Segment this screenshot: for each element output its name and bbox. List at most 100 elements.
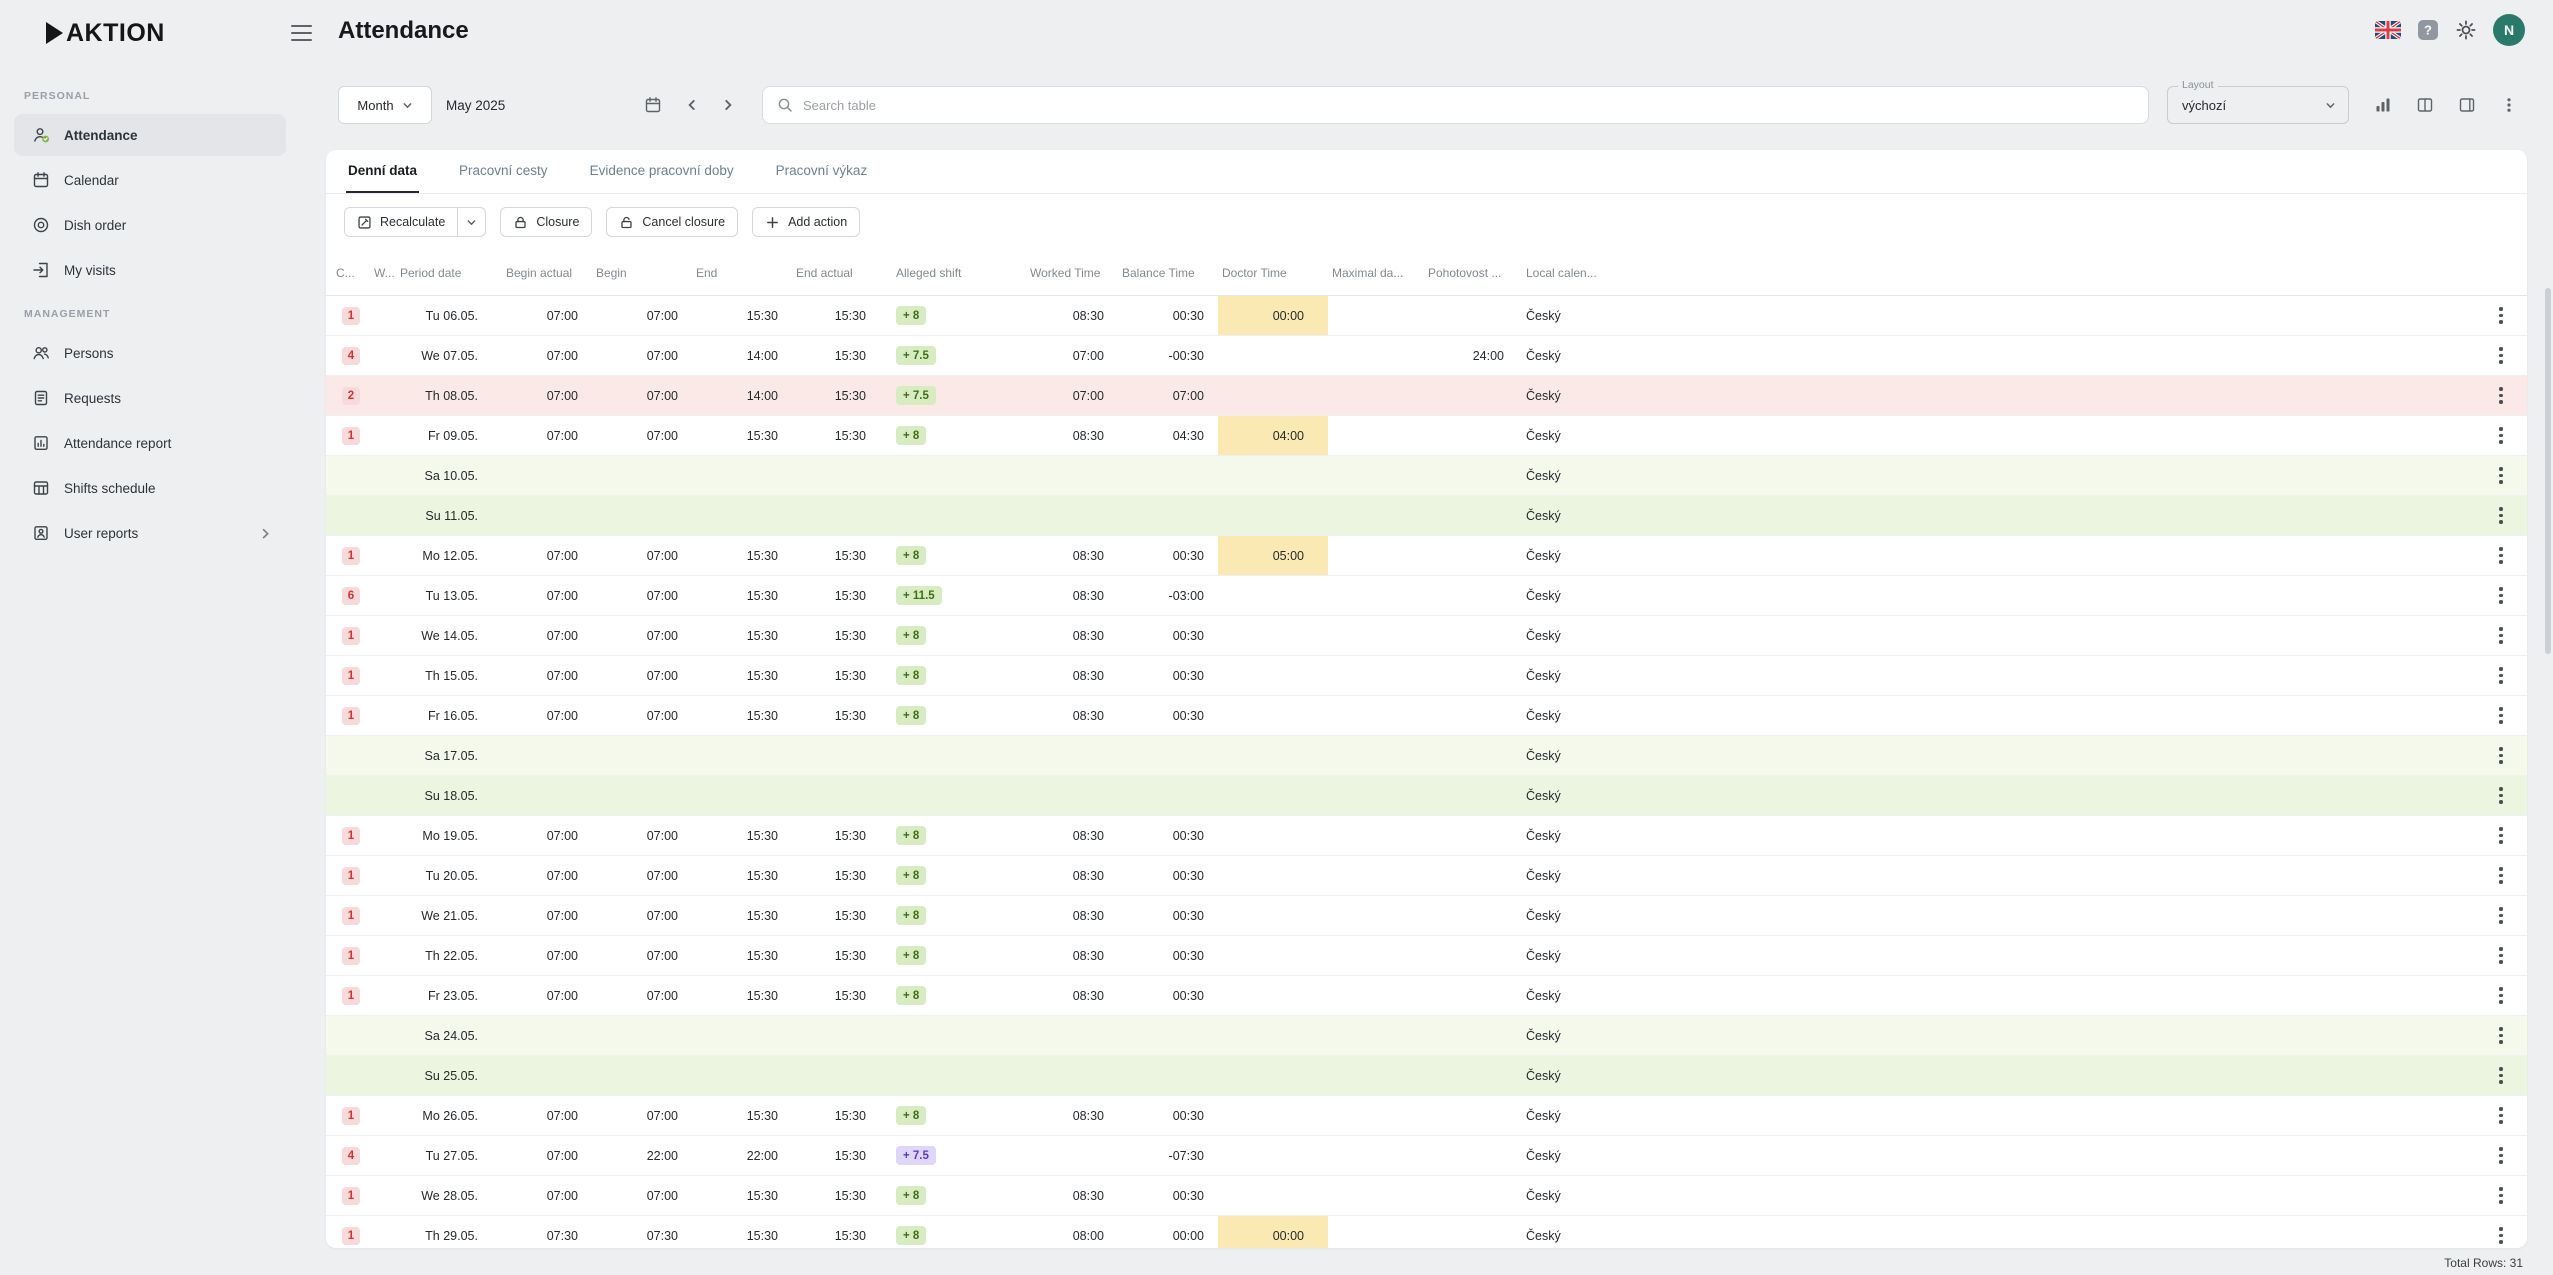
table-row[interactable]: 1 Th 29.05. 07:30 07:30 15:30 15:30 + 8 08:00 00… bbox=[326, 1216, 2527, 1248]
column-header-doctor-time[interactable]: Doctor Time bbox=[1218, 266, 1328, 280]
row-menu-button[interactable] bbox=[2488, 743, 2514, 769]
sidebar-item-requests[interactable]: Requests bbox=[14, 377, 286, 419]
row-menu-button[interactable] bbox=[2488, 943, 2514, 969]
row-menu-button[interactable] bbox=[2488, 623, 2514, 649]
recalculate-menu-button[interactable] bbox=[458, 207, 487, 237]
sidebar-item-my-visits[interactable]: My visits bbox=[14, 249, 286, 291]
table-row[interactable]: Su 25.05. Český bbox=[326, 1056, 2527, 1096]
row-menu-button[interactable] bbox=[2488, 983, 2514, 1009]
table-row[interactable]: Su 18.05. Český bbox=[326, 776, 2527, 816]
row-menu-button[interactable] bbox=[2488, 503, 2514, 529]
help-button[interactable]: ? bbox=[2417, 19, 2439, 41]
cancel-closure-button[interactable]: Cancel closure bbox=[606, 207, 739, 237]
tab-pracovni-cesty[interactable]: Pracovní cesty bbox=[457, 150, 550, 193]
column-header-count[interactable]: C... bbox=[332, 266, 370, 280]
sidebar-toggle-button[interactable] bbox=[291, 25, 312, 41]
row-menu-button[interactable] bbox=[2488, 583, 2514, 609]
row-menu-button[interactable] bbox=[2488, 823, 2514, 849]
row-menu-button[interactable] bbox=[2488, 1063, 2514, 1089]
layout-select[interactable]: Layout výchozí bbox=[2167, 79, 2349, 124]
chart-view-button[interactable] bbox=[2367, 89, 2399, 121]
sidebar-item-dish-order[interactable]: Dish order bbox=[14, 204, 286, 246]
row-menu-button[interactable] bbox=[2488, 383, 2514, 409]
table-row[interactable]: 1 We 14.05. 07:00 07:00 15:30 15:30 + 8 08:30 00… bbox=[326, 616, 2527, 656]
table-row[interactable]: Sa 17.05. Český bbox=[326, 736, 2527, 776]
row-menu-button[interactable] bbox=[2488, 663, 2514, 689]
table-row[interactable]: 1 Fr 09.05. 07:00 07:00 15:30 15:30 + 8 08:30 04… bbox=[326, 416, 2527, 456]
user-avatar[interactable]: N bbox=[2493, 14, 2525, 46]
cell-standby bbox=[1424, 656, 1518, 695]
column-header-end-actual[interactable]: End actual bbox=[792, 266, 880, 280]
column-header-begin-actual[interactable]: Begin actual bbox=[502, 266, 592, 280]
column-settings-button[interactable] bbox=[2409, 89, 2441, 121]
table-row[interactable]: 4 Tu 27.05. 07:00 22:00 22:00 15:30 + 7.5 -07:3… bbox=[326, 1136, 2527, 1176]
column-header-period-date[interactable]: Period date bbox=[396, 266, 502, 280]
cell-maximal-day bbox=[1328, 1136, 1424, 1175]
more-options-button[interactable] bbox=[2493, 89, 2525, 121]
period-mode-select[interactable]: Month bbox=[338, 86, 432, 124]
table-row[interactable]: 1 Fr 16.05. 07:00 07:00 15:30 15:30 + 8 08:30 00… bbox=[326, 696, 2527, 736]
calendar-picker-button[interactable] bbox=[644, 96, 662, 114]
panel-view-button[interactable] bbox=[2451, 89, 2483, 121]
tab-evidence-pracovni-doby[interactable]: Evidence pracovní doby bbox=[588, 150, 736, 193]
column-header-maximal-day[interactable]: Maximal da... bbox=[1328, 266, 1424, 280]
row-menu-button[interactable] bbox=[2488, 343, 2514, 369]
table-row[interactable]: Sa 10.05. Český bbox=[326, 456, 2527, 496]
row-menu-button[interactable] bbox=[2488, 1143, 2514, 1169]
sidebar-item-attendance-report[interactable]: Attendance report bbox=[14, 422, 286, 464]
tab-denni-data[interactable]: Denní data bbox=[346, 150, 420, 193]
column-header-begin[interactable]: Begin bbox=[592, 266, 692, 280]
settings-button[interactable] bbox=[2455, 19, 2477, 41]
sidebar-item-user-reports[interactable]: User reports bbox=[14, 512, 286, 554]
sidebar-item-attendance[interactable]: Attendance bbox=[14, 114, 286, 156]
row-menu-button[interactable] bbox=[2488, 1183, 2514, 1209]
vertical-scrollbar[interactable] bbox=[2545, 288, 2551, 654]
closure-button[interactable]: Closure bbox=[500, 207, 593, 237]
table-row[interactable]: 1 We 21.05. 07:00 07:00 15:30 15:30 + 8 08:30 00… bbox=[326, 896, 2527, 936]
column-header-worked-time[interactable]: Worked Time bbox=[1026, 266, 1118, 280]
table-row[interactable]: 1 Mo 19.05. 07:00 07:00 15:30 15:30 + 8 08:30 00… bbox=[326, 816, 2527, 856]
table-row[interactable]: Su 11.05. Český bbox=[326, 496, 2527, 536]
column-header-end[interactable]: End bbox=[692, 266, 792, 280]
table-row[interactable]: 1 Th 15.05. 07:00 07:00 15:30 15:30 + 8 08:30 00… bbox=[326, 656, 2527, 696]
table-row[interactable]: 1 Tu 06.05. 07:00 07:00 15:30 15:30 + 8 08:30 00… bbox=[326, 296, 2527, 336]
table-row[interactable]: 1 Tu 20.05. 07:00 07:00 15:30 15:30 + 8 08:30 00… bbox=[326, 856, 2527, 896]
table-row[interactable]: 4 We 07.05. 07:00 07:00 14:00 15:30 + 7.5 07:00… bbox=[326, 336, 2527, 376]
table-row[interactable]: 1 Th 22.05. 07:00 07:00 15:30 15:30 + 8 08:30 00… bbox=[326, 936, 2527, 976]
row-menu-button[interactable] bbox=[2488, 863, 2514, 889]
column-header-balance-time[interactable]: Balance Time bbox=[1118, 266, 1218, 280]
row-menu-button[interactable] bbox=[2488, 463, 2514, 489]
row-menu-button[interactable] bbox=[2488, 783, 2514, 809]
table-row[interactable]: Sa 24.05. Český bbox=[326, 1016, 2527, 1056]
search-input[interactable] bbox=[803, 97, 2134, 113]
row-menu-button[interactable] bbox=[2488, 423, 2514, 449]
language-flag-button[interactable] bbox=[2375, 21, 2401, 39]
sidebar-item-persons[interactable]: Persons bbox=[14, 332, 286, 374]
row-menu-button[interactable] bbox=[2488, 1023, 2514, 1049]
recalculate-button[interactable]: Recalculate bbox=[344, 207, 459, 237]
period-picker[interactable]: May 2025 bbox=[446, 96, 662, 114]
row-menu-button[interactable] bbox=[2488, 1103, 2514, 1129]
row-menu-button[interactable] bbox=[2488, 903, 2514, 929]
column-header-standby[interactable]: Pohotovost ... bbox=[1424, 266, 1518, 280]
table-search[interactable] bbox=[762, 86, 2149, 124]
table-row[interactable]: 6 Tu 13.05. 07:00 07:00 15:30 15:30 + 11.5 08:3… bbox=[326, 576, 2527, 616]
sidebar-item-shifts-schedule[interactable]: Shifts schedule bbox=[14, 467, 286, 509]
sidebar-item-calendar[interactable]: Calendar bbox=[14, 159, 286, 201]
next-period-button[interactable] bbox=[714, 91, 742, 119]
table-row[interactable]: 1 We 28.05. 07:00 07:00 15:30 15:30 + 8 08:30 00… bbox=[326, 1176, 2527, 1216]
column-header-local-calendar[interactable]: Local calen... bbox=[1518, 266, 1640, 280]
table-row[interactable]: 2 Th 08.05. 07:00 07:00 14:00 15:30 + 7.5 07:00… bbox=[326, 376, 2527, 416]
column-header-week[interactable]: W... bbox=[370, 266, 396, 280]
row-menu-button[interactable] bbox=[2488, 543, 2514, 569]
table-row[interactable]: 1 Fr 23.05. 07:00 07:00 15:30 15:30 + 8 08:30 00… bbox=[326, 976, 2527, 1016]
previous-period-button[interactable] bbox=[678, 91, 706, 119]
column-header-alleged-shift[interactable]: Alleged shift bbox=[880, 266, 1026, 280]
row-menu-button[interactable] bbox=[2488, 303, 2514, 329]
row-menu-button[interactable] bbox=[2488, 1223, 2514, 1249]
row-menu-button[interactable] bbox=[2488, 703, 2514, 729]
add-action-button[interactable]: Add action bbox=[752, 207, 861, 237]
table-row[interactable]: 1 Mo 26.05. 07:00 07:00 15:30 15:30 + 8 08:30 00… bbox=[326, 1096, 2527, 1136]
tab-pracovni-vykaz[interactable]: Pracovní výkaz bbox=[774, 150, 870, 193]
table-row[interactable]: 1 Mo 12.05. 07:00 07:00 15:30 15:30 + 8 08:30 00… bbox=[326, 536, 2527, 576]
